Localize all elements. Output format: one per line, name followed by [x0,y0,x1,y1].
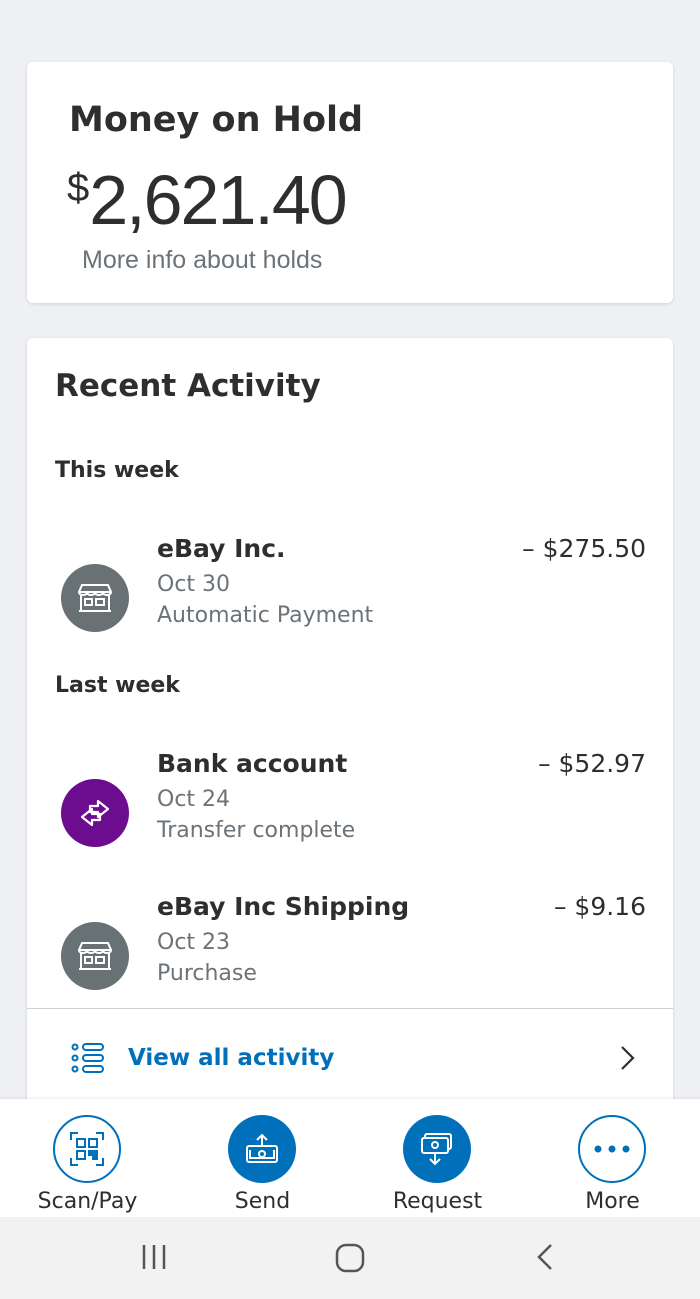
more-info-holds-link[interactable]: More info about holds [82,246,322,275]
list-icon [71,1043,105,1077]
system-navigation-bar [0,1217,700,1299]
transaction-name: eBay Inc. [157,534,286,563]
view-all-activity-label: View all activity [128,1045,335,1071]
nav-label: Request [392,1189,483,1214]
recent-activity-card: Recent Activity This week eBay Inc. Oct … [27,338,673,1118]
recent-activity-title: Recent Activity [55,368,321,404]
send-money-icon [228,1115,296,1183]
view-all-activity-button[interactable]: View all activity [27,1008,673,1109]
transaction-amount: – $9.16 [553,892,646,921]
transaction-row[interactable]: eBay Inc Shipping Oct 23 Purchase – $9.1… [27,892,673,1012]
hold-title: Money on Hold [69,100,364,140]
transaction-date: Oct 30 [157,572,231,597]
transaction-name: eBay Inc Shipping [157,892,410,921]
back-icon[interactable] [536,1243,554,1275]
nav-send[interactable]: Send [175,1099,350,1217]
chevron-right-icon [619,1045,635,1075]
section-last-week: Last week [55,673,180,698]
recent-apps-icon[interactable] [140,1243,168,1275]
currency-symbol: $ [67,166,90,210]
section-this-week: This week [55,458,179,483]
more-dots-icon [578,1115,646,1183]
store-icon [61,564,129,632]
hold-amount: $2,621.40 [67,160,348,240]
transaction-type: Purchase [157,961,257,986]
transaction-amount: – $52.97 [538,749,646,778]
store-icon [61,922,129,990]
request-money-icon [403,1115,471,1183]
nav-label: Send [234,1189,291,1214]
nav-scan-pay[interactable]: Scan/Pay [0,1099,175,1217]
qr-code-icon [53,1115,121,1183]
nav-request[interactable]: Request [350,1099,525,1217]
money-on-hold-card: Money on Hold $2,621.40 More info about … [27,62,673,303]
transaction-row[interactable]: Bank account Oct 24 Transfer complete – … [27,749,673,869]
nav-label: Scan/Pay [37,1189,138,1214]
transaction-date: Oct 24 [157,787,231,812]
nav-more[interactable]: More [525,1099,700,1217]
transaction-row[interactable]: eBay Inc. Oct 30 Automatic Payment – $27… [27,534,673,654]
transaction-amount: – $275.50 [522,534,646,563]
bottom-nav: Scan/Pay Send Request More [0,1099,700,1217]
transaction-name: Bank account [157,749,348,778]
home-icon[interactable] [335,1243,365,1277]
hold-amount-value: 2,621.40 [89,161,347,239]
transfer-icon [61,779,129,847]
transaction-type: Transfer complete [157,818,356,843]
transaction-type: Automatic Payment [157,603,374,628]
transaction-date: Oct 23 [157,930,231,955]
nav-label: More [585,1189,640,1214]
